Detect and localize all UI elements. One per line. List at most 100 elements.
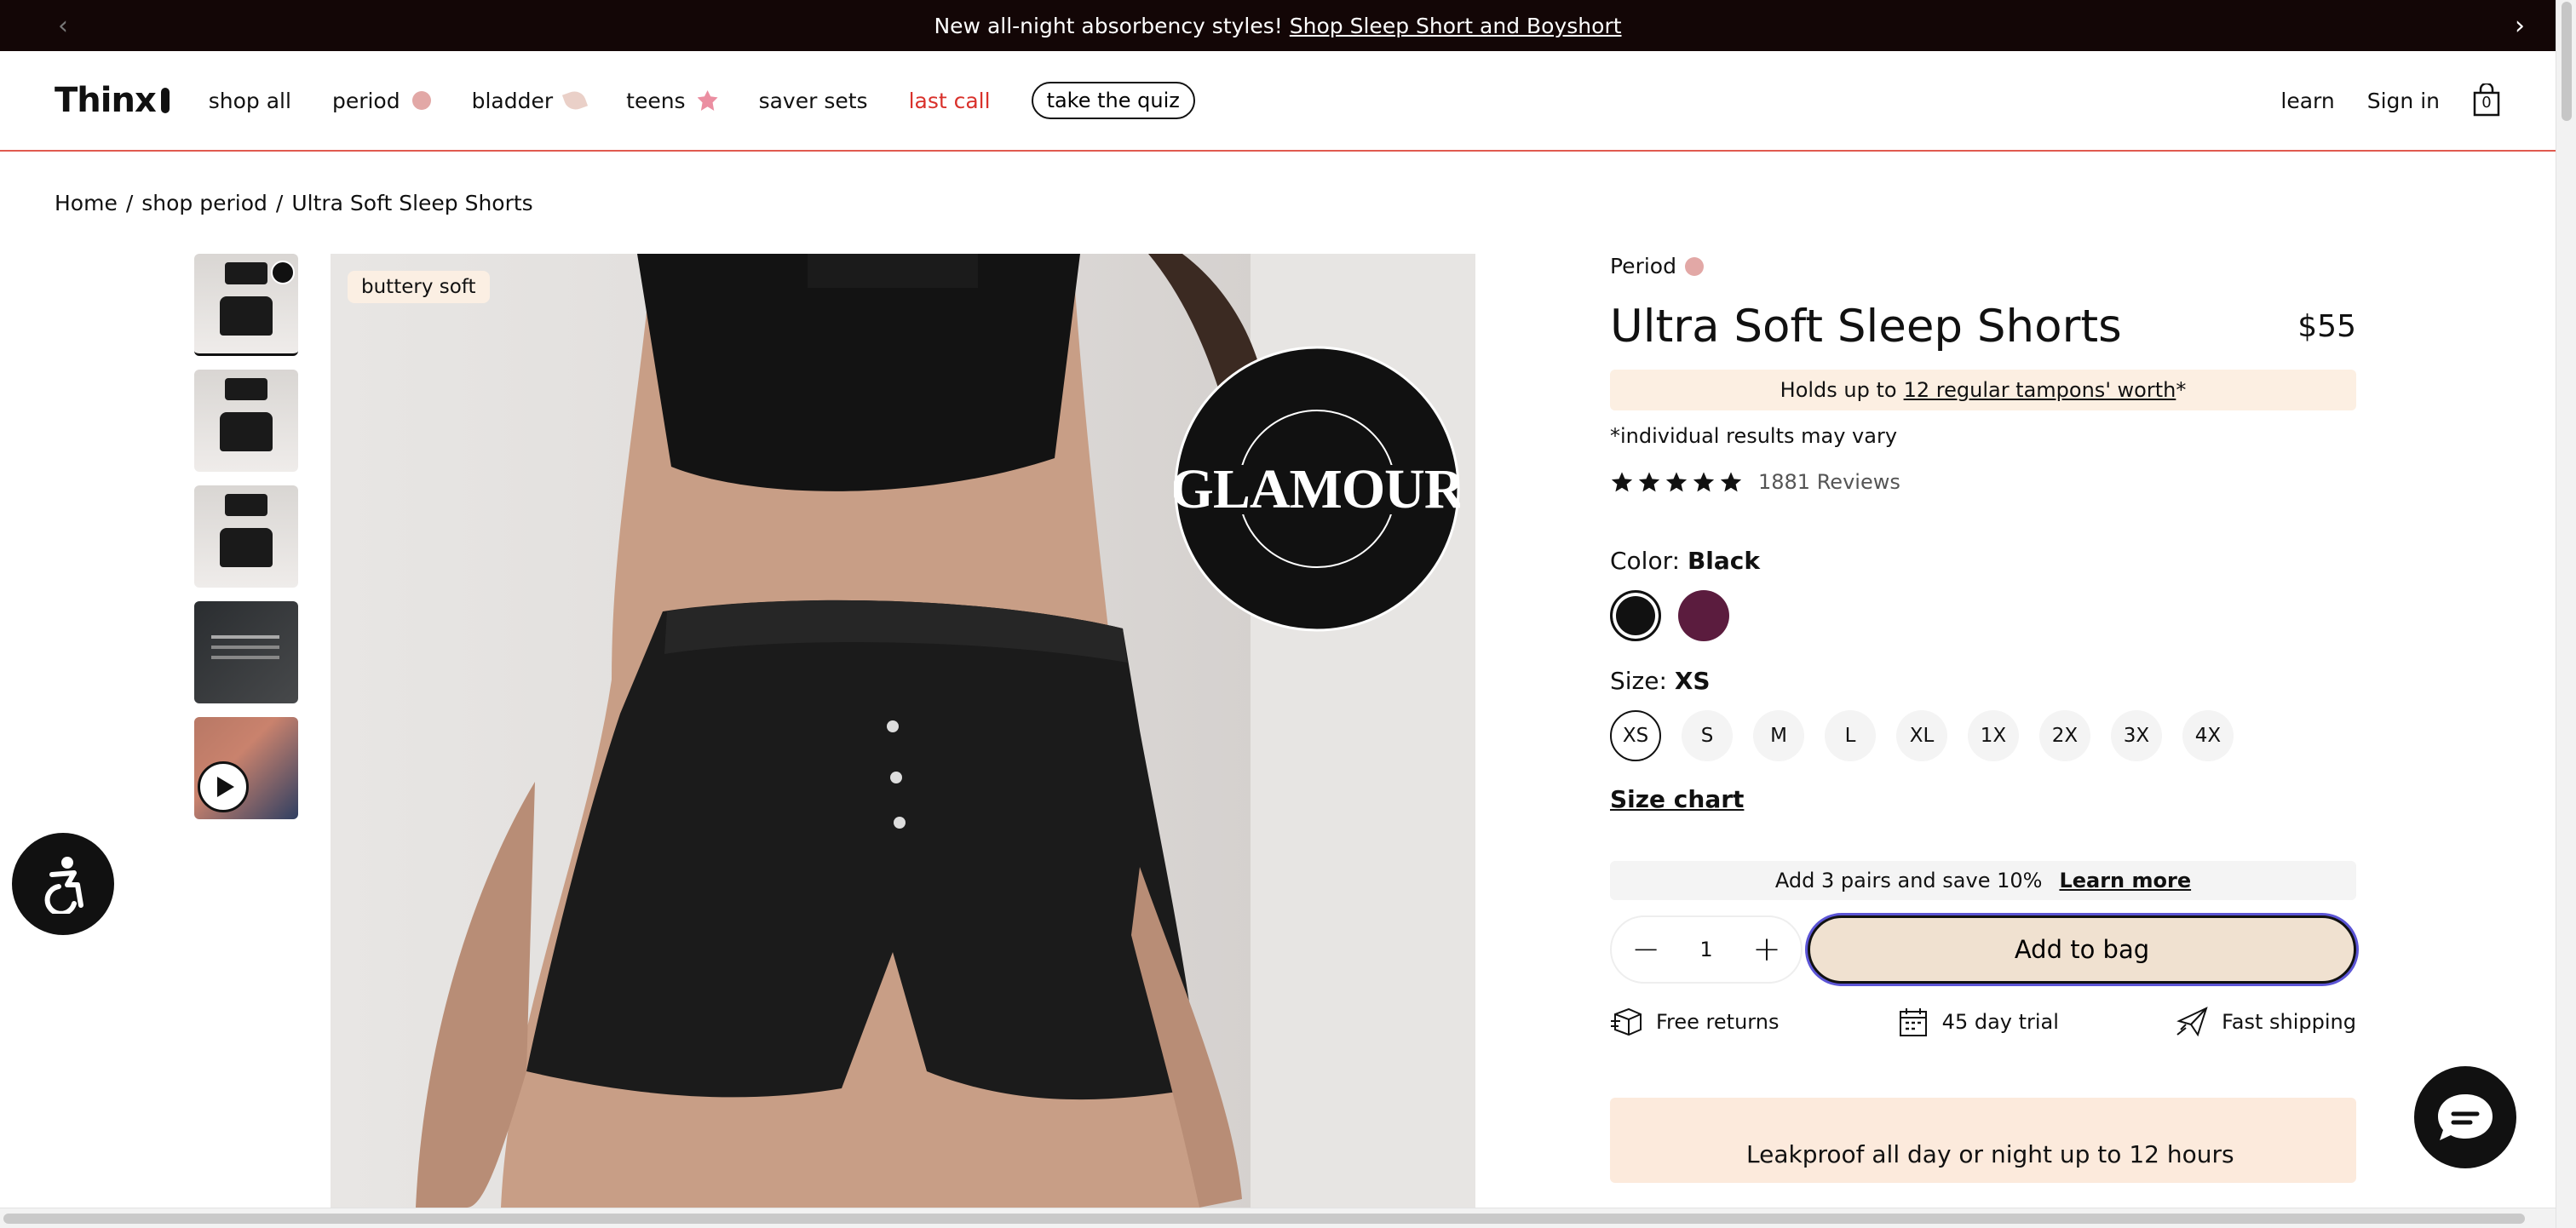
breadcrumb-home[interactable]: Home	[55, 191, 118, 215]
star-icon	[1611, 472, 1633, 492]
review-count[interactable]: 1881 Reviews	[1758, 470, 1900, 494]
plus-icon[interactable]: +	[1752, 930, 1781, 969]
thumb-figure	[220, 296, 273, 336]
page: ‹ New all-night absorbency styles! Shop …	[0, 0, 2576, 1228]
horizontal-scrollbar[interactable]	[0, 1208, 2556, 1228]
promo-link[interactable]: Shop Sleep Short and Boyshort	[1290, 14, 1622, 38]
thumbnail-4[interactable]	[194, 601, 298, 703]
promo-bar: ‹ New all-night absorbency styles! Shop …	[0, 0, 2556, 51]
logo[interactable]: Thinx	[55, 81, 170, 120]
thumb-figure	[220, 528, 273, 567]
nav-label: teens	[626, 88, 686, 113]
bundle-learn-more-link[interactable]: Learn more	[2059, 869, 2191, 892]
rating-summary[interactable]: 1881 Reviews	[1610, 470, 2356, 494]
swatch-black[interactable]	[1610, 590, 1661, 641]
star-icon	[1693, 472, 1715, 492]
logo-mark-icon	[160, 88, 170, 113]
accessibility-icon	[44, 857, 83, 914]
buttery-soft-badge: buttery soft	[348, 271, 490, 303]
title-row: Ultra Soft Sleep Shorts $55	[1610, 301, 2356, 353]
minus-icon[interactable]: −	[1631, 930, 1660, 969]
size-2x[interactable]: 2X	[2039, 710, 2090, 761]
size-options: XS S M L XL 1X 2X 3X 4X	[1610, 710, 2356, 761]
thumb-figure	[225, 262, 267, 284]
glamour-award-badge-icon: GLAMOUR	[1174, 346, 1460, 632]
sign-in-link[interactable]: Sign in	[2367, 89, 2440, 113]
quantity-value[interactable]: 1	[1699, 938, 1712, 961]
size-3x[interactable]: 3X	[2111, 710, 2162, 761]
logo-text: Thinx	[55, 81, 157, 120]
swatch-plum[interactable]	[1678, 590, 1729, 641]
add-to-bag-button[interactable]: Add to bag	[1808, 915, 2356, 984]
scrollbar-thumb[interactable]	[3, 1214, 2525, 1224]
thumbnail-1[interactable]	[194, 254, 298, 356]
vertical-scrollbar[interactable]	[2556, 0, 2576, 1228]
size-l[interactable]: L	[1825, 710, 1876, 761]
chevron-right-icon[interactable]: ›	[2504, 10, 2535, 41]
nav-label: last call	[908, 88, 991, 113]
star-icon	[1665, 472, 1688, 492]
period-dot-icon	[411, 91, 431, 110]
nav-learn[interactable]: learn	[2280, 89, 2334, 113]
perk-trial: 45 day trial	[1896, 1006, 2059, 1038]
color-label-text: Color:	[1610, 547, 1681, 575]
perks-row: Free returns 45 day trial Fast shipping	[1610, 1006, 2356, 1038]
nav-period[interactable]: period	[332, 89, 431, 113]
nav-saver-sets[interactable]: saver sets	[759, 89, 868, 113]
bundle-text: Add 3 pairs and save 10%	[1774, 869, 2043, 892]
nav-shop-all[interactable]: shop all	[209, 89, 291, 113]
calendar-icon	[1899, 1008, 1927, 1036]
perk-shipping: Fast shipping	[2176, 1006, 2356, 1038]
nav-bladder[interactable]: bladder	[471, 88, 589, 113]
bag-count: 0	[2481, 94, 2492, 112]
perk-label: Fast shipping	[2222, 1010, 2356, 1034]
scrollbar-thumb[interactable]	[2562, 2, 2572, 121]
period-dot-icon	[1684, 256, 1704, 276]
nav-right: learn Sign in 0	[2280, 82, 2501, 118]
absorbency-banner: Holds up to 12 regular tampons' worth *	[1610, 370, 2356, 410]
size-xl[interactable]: XL	[1896, 710, 1947, 761]
play-icon[interactable]	[198, 761, 249, 812]
size-xs[interactable]: XS	[1610, 710, 1661, 761]
size-4x[interactable]: 4X	[2182, 710, 2234, 761]
size-label-text: Size:	[1610, 667, 1667, 695]
box-return-icon	[1611, 1007, 1642, 1036]
breadcrumb-separator: /	[275, 191, 284, 215]
nav-teens[interactable]: teens	[626, 88, 718, 113]
star-icon	[1638, 472, 1660, 492]
color-value: Black	[1687, 547, 1761, 575]
size-m[interactable]: M	[1753, 710, 1804, 761]
breadcrumb-shop-period[interactable]: shop period	[141, 191, 267, 215]
thumb-text-lines	[211, 635, 279, 639]
quantity-stepper: − 1 +	[1610, 915, 1803, 984]
chat-button[interactable]	[2414, 1066, 2516, 1168]
size-1x[interactable]: 1X	[1968, 710, 2019, 761]
thumbnail-2[interactable]	[194, 370, 298, 472]
perk-free-returns: Free returns	[1610, 1006, 1779, 1038]
accessibility-button[interactable]	[12, 833, 114, 935]
absorbency-suffix: *	[2176, 378, 2187, 402]
thumbnail-video[interactable]	[194, 717, 298, 819]
breadcrumb-separator: /	[125, 191, 134, 215]
main-product-image[interactable]: buttery soft GLAMOUR	[331, 254, 1475, 1208]
size-chart-link[interactable]: Size chart	[1610, 785, 1744, 813]
nav-last-call[interactable]: last call	[909, 89, 991, 113]
category-label: Period	[1610, 254, 1676, 278]
nav-label: bladder	[471, 88, 554, 113]
leakproof-banner: Leakproof all day or night up to 12 hour…	[1610, 1098, 2356, 1183]
size-s[interactable]: S	[1682, 710, 1733, 761]
promo-text: New all-night absorbency styles!	[934, 13, 1283, 38]
thumbnail-strip	[194, 254, 298, 833]
color-label: Color: Black	[1610, 547, 2356, 575]
leakproof-text: Leakproof all day or night up to 12 hour…	[1746, 1140, 2234, 1168]
thumb-figure	[225, 494, 267, 516]
product-category: Period	[1610, 254, 2356, 278]
thumbnail-3[interactable]	[194, 485, 298, 588]
absorbency-link[interactable]: 12 regular tampons' worth	[1904, 378, 2176, 402]
teens-flower-icon	[697, 90, 718, 111]
color-swatches	[1610, 590, 2356, 641]
take-quiz-button[interactable]: take the quiz	[1031, 82, 1195, 119]
shopping-bag-button[interactable]: 0	[2472, 82, 2501, 118]
product-price: $55	[2297, 309, 2356, 344]
chevron-left-icon[interactable]: ‹	[48, 10, 78, 41]
